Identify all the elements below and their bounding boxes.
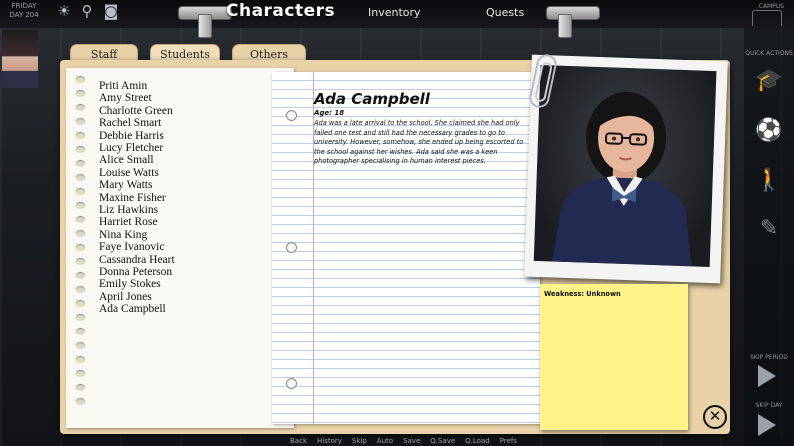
student-list-page: Priti Amin Amy Street Charlotte Green Ra… xyxy=(66,68,294,428)
binder-hole xyxy=(76,328,85,335)
skip-period-icon[interactable] xyxy=(758,365,776,387)
binder-hole xyxy=(76,118,85,125)
binder-hole xyxy=(76,188,85,195)
binder-hole xyxy=(76,90,85,97)
student-item-donna-peterson[interactable]: Donna Peterson xyxy=(99,266,172,278)
binder-hole xyxy=(76,76,85,83)
student-item-april-jones[interactable]: April Jones xyxy=(99,291,152,303)
student-item-ada-campbell[interactable]: Ada Campbell xyxy=(99,303,166,315)
clip-stem-right xyxy=(558,14,572,38)
binder-hole xyxy=(76,160,85,167)
quick-menu-history[interactable]: History xyxy=(317,436,342,446)
binder-hole xyxy=(76,174,85,181)
binder-hole xyxy=(76,398,85,405)
weakness-text: Weakness: Unknown xyxy=(544,290,621,298)
campus-label: CAMPUS xyxy=(758,3,784,10)
nav-quests[interactable]: Quests xyxy=(486,6,524,19)
binder-hole xyxy=(76,258,85,265)
binder-hole xyxy=(76,342,85,349)
portrait-illustration xyxy=(551,91,692,267)
quick-actions-label: QUICK ACTIONS xyxy=(745,50,793,57)
quick-menu-qsave[interactable]: Q.Save xyxy=(430,436,455,446)
binder-hole xyxy=(76,370,85,377)
binder-hole xyxy=(76,146,85,153)
quick-menu-back[interactable]: Back xyxy=(290,436,307,446)
quick-menu-prefs[interactable]: Prefs xyxy=(500,436,517,446)
sun-icon[interactable]: ☀ xyxy=(54,2,74,20)
binder-ring xyxy=(286,110,297,121)
skip-period-label: SKIP PERIOD xyxy=(750,354,788,361)
binder-hole xyxy=(76,244,85,251)
student-item-amy-street[interactable]: Amy Street xyxy=(99,92,152,104)
binder-hole xyxy=(76,314,85,321)
right-sidebar: QUICK ACTIONS 🎓 ⚽ 🚶 ✎ SKIP PERIOD SKIP D… xyxy=(744,28,794,446)
student-item-emily-stokes[interactable]: Emily Stokes xyxy=(99,278,161,290)
day-number: DAY 204 xyxy=(9,11,39,19)
camera-icon[interactable]: ◙ xyxy=(101,2,121,20)
student-item-cassandra-heart[interactable]: Cassandra Heart xyxy=(99,254,175,266)
page-title: Characters xyxy=(226,1,336,21)
binder-hole xyxy=(76,272,85,279)
clip-stem-left xyxy=(198,14,212,38)
student-item-harriet-rose[interactable]: Harriet Rose xyxy=(99,216,157,228)
binder-hole xyxy=(76,216,85,223)
profile-name: Ada Campbell xyxy=(314,90,430,108)
skip-day-icon[interactable] xyxy=(758,414,776,436)
student-item-louise-watts[interactable]: Louise Watts xyxy=(99,167,159,179)
binder-hole xyxy=(76,384,85,391)
profile-bio: Ada was a late arrival to the school. Sh… xyxy=(314,119,524,166)
quick-menu-qload[interactable]: Q.Load xyxy=(465,436,490,446)
student-item-liz-hawkins[interactable]: Liz Hawkins xyxy=(99,204,158,216)
student-item-mary-watts[interactable]: Mary Watts xyxy=(99,179,152,191)
binder-hole xyxy=(76,300,85,307)
binder-ring xyxy=(286,242,297,253)
student-item-charlotte-green[interactable]: Charlotte Green xyxy=(99,105,173,117)
bike-icon[interactable]: ⚲ xyxy=(77,2,97,20)
student-item-debbie-harris[interactable]: Debbie Harris xyxy=(99,130,164,142)
close-button[interactable]: ✕ xyxy=(703,405,727,429)
nav-inventory[interactable]: Inventory xyxy=(368,6,421,19)
notes-icon[interactable]: ✎ xyxy=(752,214,786,244)
binder-hole xyxy=(76,202,85,209)
quick-menu-save[interactable]: Save xyxy=(403,436,420,446)
clipboard-clip-right xyxy=(546,6,600,20)
profile-age: Age: 18 xyxy=(314,109,345,117)
binder-ring xyxy=(286,378,297,389)
graduation-cap-icon[interactable]: 🎓 xyxy=(752,66,786,96)
day-indicator: FRIDAY DAY 204 xyxy=(0,0,48,26)
soccer-ball-icon[interactable]: ⚽ xyxy=(752,116,786,146)
binder-hole xyxy=(76,286,85,293)
campus-icon[interactable] xyxy=(752,10,782,26)
student-item-faye-ivanovic[interactable]: Faye Ivanovic xyxy=(99,241,164,253)
student-item-lucy-fletcher[interactable]: Lucy Fletcher xyxy=(99,142,163,154)
quick-menu-auto[interactable]: Auto xyxy=(377,436,393,446)
binder-hole xyxy=(76,132,85,139)
binder-hole xyxy=(76,356,85,363)
student-item-nina-king[interactable]: Nina King xyxy=(99,229,147,241)
student-item-maxine-fisher[interactable]: Maxine Fisher xyxy=(99,192,166,204)
quick-menu: Back History Skip Auto Save Q.Save Q.Loa… xyxy=(290,436,527,446)
day-name: FRIDAY xyxy=(11,2,37,10)
student-item-rachel-smart[interactable]: Rachel Smart xyxy=(99,117,161,129)
weakness-sticky-note: Weakness: Unknown xyxy=(540,284,688,430)
quick-menu-skip[interactable]: Skip xyxy=(352,436,367,446)
binder-hole xyxy=(76,104,85,111)
student-item-alice-small[interactable]: Alice Small xyxy=(99,154,154,166)
binder-hole xyxy=(76,230,85,237)
student-item-priti-amin[interactable]: Priti Amin xyxy=(99,80,147,92)
walk-icon[interactable]: 🚶 xyxy=(752,166,786,196)
player-avatar[interactable] xyxy=(2,30,38,88)
character-portrait xyxy=(533,64,717,267)
skip-day-label: SKIP DAY xyxy=(755,402,783,409)
character-portrait-frame xyxy=(524,54,728,284)
profile-page: Ada Campbell Age: 18 Ada was a late arri… xyxy=(272,72,540,424)
